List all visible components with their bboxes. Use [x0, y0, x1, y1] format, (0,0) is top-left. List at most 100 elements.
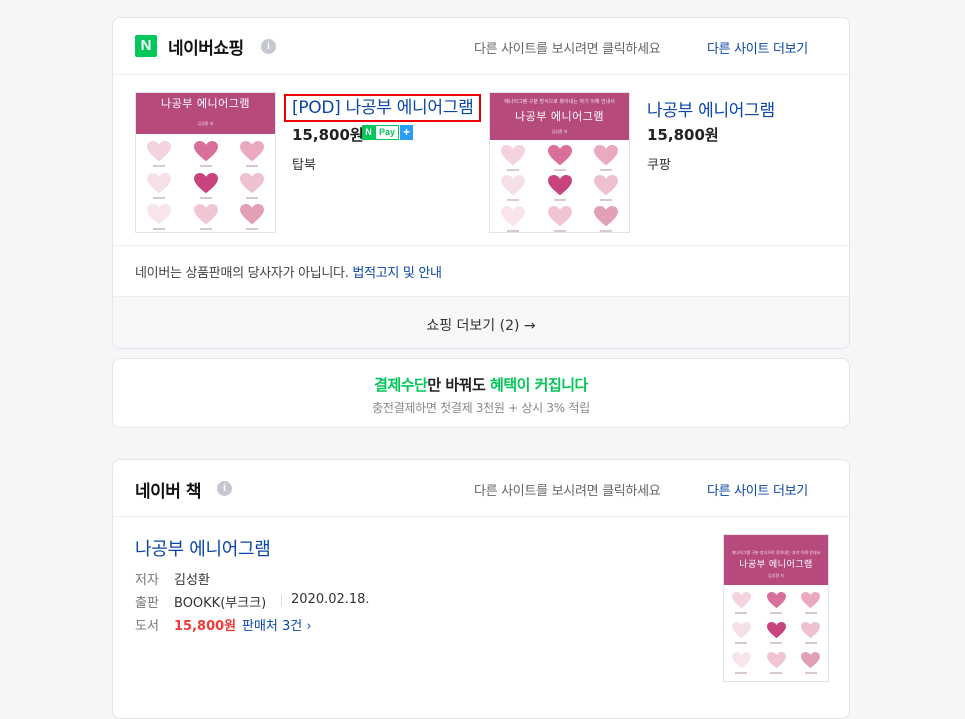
payment-banner[interactable]: 결제수단만 바꿔도 혜택이 커집니다 충전결제하면 첫결제 3천원 + 상시 3… [112, 358, 850, 428]
product-mall[interactable]: 쿠팡 [647, 154, 671, 173]
cover-author: 김성환 저 [551, 129, 568, 134]
book-title-link[interactable]: 나공부 에니어그램 [135, 535, 271, 561]
heart-icon [593, 145, 618, 166]
heart-icon [547, 175, 572, 196]
sellers-link[interactable]: 판매처 3건 › [242, 615, 312, 634]
heart-icon [501, 205, 526, 227]
payment-highlight: 혜택이 커집니다 [490, 376, 588, 394]
author-value[interactable]: 김성환 [174, 569, 210, 588]
legal-notice-link[interactable]: 법적고지 및 안내 [352, 266, 442, 281]
product-price: 15,800원 [647, 126, 719, 144]
product-title-link[interactable]: [POD] 나공부 에니어그램 [284, 94, 482, 122]
more-sites-link[interactable]: 다른 사이트 더보기 [707, 480, 808, 499]
heart-icon [766, 652, 786, 669]
product-price: 15,800원 [292, 126, 364, 144]
heart-icon [801, 622, 821, 639]
heart-caption [804, 671, 817, 674]
heart-caption [770, 641, 782, 644]
heart-caption [507, 199, 520, 202]
divider [281, 595, 282, 606]
heart-icon [593, 175, 618, 196]
more-button-label: 쇼핑 더보기 (2) [426, 318, 520, 334]
sellers-label: 판매처 3건 [242, 619, 303, 634]
publisher-value: BOOKK(부크크) [174, 596, 267, 611]
product-thumbnail[interactable]: 에니어그램 구분 방식으로 찾아내는 자기 이해 안내서 나공부 에니어그램 김… [489, 92, 630, 233]
heart-icon [193, 172, 218, 194]
legal-notice: 네이버는 상품판매의 당사자가 아닙니다. 법적고지 및 안내 [135, 262, 442, 281]
product-thumbnail[interactable]: 나공부 에니어그램 김성환 저 [135, 92, 276, 233]
heart-icon [801, 652, 821, 669]
heart-caption [199, 165, 212, 168]
hearts-pattern [490, 143, 629, 232]
hearts-pattern [724, 590, 828, 680]
heart-icon [593, 205, 618, 227]
heart-icon [239, 172, 264, 194]
book-cover-band: 에니어그램 구분 방식으로 찾아내는 자기 이해 안내서 나공부 에니어그램 김… [724, 535, 828, 585]
info-icon[interactable]: i [217, 481, 232, 496]
heart-icon [547, 205, 572, 227]
heart-caption [245, 196, 258, 199]
payment-text: 만 바꿔도 [427, 376, 491, 394]
cover-title: 나공부 에니어그램 [739, 560, 813, 570]
info-icon[interactable]: i [261, 39, 276, 54]
author-label: 저자 [135, 573, 159, 588]
book-card: 네이버 책 i 다른 사이트를 보시려면 클릭하세요 다른 사이트 더보기 나공… [112, 459, 850, 719]
heart-caption [245, 228, 258, 231]
hearts-pattern [136, 139, 275, 232]
shopping-card: N 네이버쇼핑 i 다른 사이트를 보시려면 클릭하세요 다른 사이트 더보기 … [112, 17, 850, 349]
heart-caption [153, 165, 166, 168]
npay-plus-icon: + [400, 125, 414, 140]
heart-icon [193, 204, 218, 225]
heart-icon [147, 141, 172, 162]
payment-subtext: 충전결제하면 첫결제 3천원 + 상시 3% 적립 [372, 401, 590, 415]
heart-caption [599, 169, 612, 172]
book-price: 15,800원 [174, 619, 237, 634]
heart-icon [239, 141, 264, 162]
cover-title: 나공부 에니어그램 [515, 110, 604, 123]
book-header: 네이버 책 i 다른 사이트를 보시려면 클릭하세요 다른 사이트 더보기 [113, 460, 849, 517]
heart-icon [501, 175, 526, 196]
heart-icon [239, 204, 264, 225]
heart-icon [731, 622, 751, 639]
heart-icon [801, 592, 821, 609]
heart-caption [735, 671, 748, 674]
heart-icon [766, 622, 786, 639]
heart-caption [735, 641, 748, 644]
heart-caption [553, 199, 566, 202]
product-mall[interactable]: 탑북 [292, 154, 316, 173]
npay-n-icon: N [362, 125, 375, 140]
book-cover-band: 에니어그램 구분 방식으로 찾아내는 자기 이해 안내서 나공부 에니어그램 김… [490, 93, 629, 140]
heart-icon [147, 172, 172, 194]
product-title-link[interactable]: 나공부 에니어그램 [647, 96, 775, 121]
heart-icon [193, 141, 218, 162]
shopping-more-button[interactable]: 쇼핑 더보기 (2) → [113, 315, 849, 335]
npay-label: Pay [375, 125, 400, 140]
payment-headline: 결제수단만 바꿔도 혜택이 커집니다 [113, 374, 849, 395]
payment-highlight: 결제수단 [374, 376, 428, 394]
cover-subtitle: 에니어그램 구분 방식으로 찾아내는 자기 이해 안내서 [731, 550, 821, 555]
heart-caption [507, 169, 520, 172]
shopping-more-row[interactable]: 쇼핑 더보기 (2) → [113, 296, 849, 348]
book-cover-thumbnail[interactable]: 에니어그램 구분 방식으로 찾아내는 자기 이해 안내서 나공부 에니어그램 김… [723, 534, 829, 682]
heart-caption [153, 228, 166, 231]
cover-title: 나공부 에니어그램 [161, 97, 250, 110]
heart-icon [731, 652, 751, 669]
publish-date: 2020.02.18. [291, 592, 370, 607]
heart-caption [599, 199, 612, 202]
book-section-title: 네이버 책 [135, 482, 201, 502]
heart-icon [731, 592, 751, 609]
npay-badge: N Pay + [362, 125, 414, 140]
other-sites-hint: 다른 사이트를 보시려면 클릭하세요 [474, 42, 661, 57]
more-sites-link[interactable]: 다른 사이트 더보기 [707, 38, 808, 57]
naver-logo-icon: N [135, 35, 157, 57]
heart-caption [553, 229, 566, 232]
shopping-header: N 네이버쇼핑 i 다른 사이트를 보시려면 클릭하세요 다른 사이트 더보기 [113, 18, 849, 75]
heart-caption [770, 611, 782, 614]
arrow-right-icon: → [523, 318, 536, 334]
chevron-right-icon: › [306, 619, 312, 634]
heart-caption [804, 641, 817, 644]
category-label: 도서 [135, 619, 159, 634]
cover-subtitle: 에니어그램 구분 방식으로 찾아내는 자기 이해 안내서 [504, 99, 615, 105]
heart-caption [507, 229, 520, 232]
heart-caption [199, 196, 212, 199]
